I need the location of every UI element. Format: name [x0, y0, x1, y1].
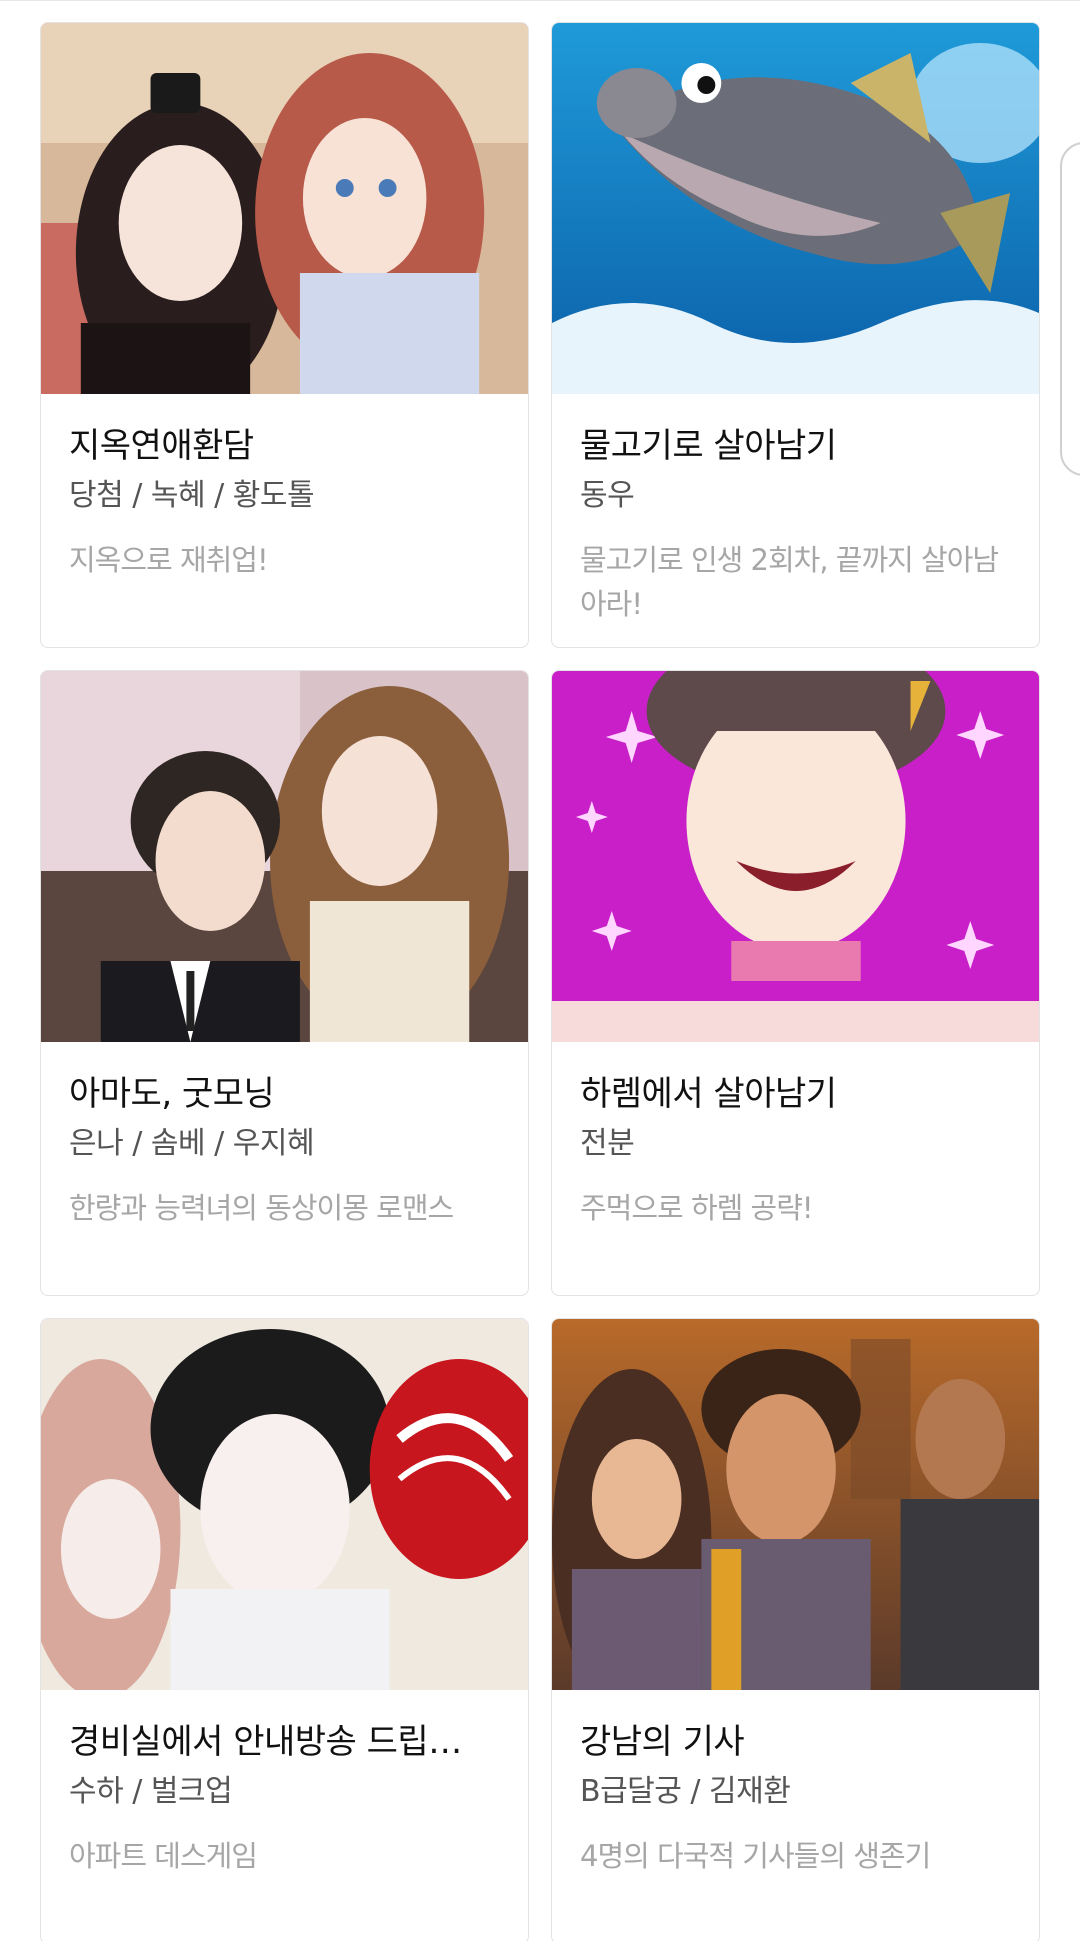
webtoon-title: 아마도, 굿모닝 — [69, 1074, 275, 1114]
webtoon-card[interactable]: 하렘에서 살아남기 전분 주먹으로 하렘 공략! — [551, 670, 1040, 1296]
webtoon-title: 경비실에서 안내방송 드립… — [69, 1722, 462, 1762]
webtoon-authors: 은나 / 솜베 / 우지혜 — [69, 1126, 315, 1161]
webtoon-description: 지옥으로 재취업! — [69, 543, 269, 577]
romance-fantasy-couple-image — [41, 23, 528, 394]
webtoon-authors: 수하 / 벌크업 — [69, 1774, 233, 1809]
webtoon-authors: 당첨 / 녹혜 / 황도톨 — [69, 478, 315, 513]
webtoon-title: 하렘에서 살아남기 — [580, 1074, 837, 1114]
webtoon-description: 4명의 다국적 기사들의 생존기 — [580, 1839, 931, 1873]
webtoon-description: 한량과 능력녀의 동상이몽 로맨스 — [69, 1191, 454, 1225]
top-divider — [0, 0, 1080, 1]
gangnam-knights-image — [552, 1319, 1039, 1690]
webtoon-authors: 동우 — [580, 478, 635, 513]
webtoon-card[interactable]: 아마도, 굿모닝 은나 / 솜베 / 우지혜 한량과 능력녀의 동상이몽 로맨스 — [40, 670, 529, 1296]
scroll-handle[interactable] — [1060, 142, 1080, 476]
webtoon-card[interactable]: 물고기로 살아남기 동우 물고기로 인생 2회차, 끝까지 살아남아라! — [551, 22, 1040, 648]
jumping-fish-image — [552, 23, 1039, 394]
webtoon-title: 지옥연애환담 — [69, 426, 254, 466]
webtoon-list-page: 지옥연애환담 당첨 / 녹혜 / 황도톨 지옥으로 재취업! 물고기로 살아남기… — [0, 0, 1080, 1941]
webtoon-card[interactable]: 지옥연애환담 당첨 / 녹혜 / 황도톨 지옥으로 재취업! — [40, 22, 529, 648]
webtoon-card[interactable]: 경비실에서 안내방송 드립… 수하 / 벌크업 아파트 데스게임 — [40, 1318, 529, 1941]
webtoon-title: 강남의 기사 — [580, 1722, 745, 1762]
webtoon-card[interactable]: 강남의 기사 B급달궁 / 김재환 4명의 다국적 기사들의 생존기 — [551, 1318, 1040, 1941]
webtoon-description: 아파트 데스게임 — [69, 1839, 258, 1873]
webtoon-title: 물고기로 살아남기 — [580, 426, 837, 466]
webtoon-authors: B급달궁 / 김재환 — [580, 1774, 791, 1809]
webtoon-authors: 전분 — [580, 1126, 635, 1161]
webtoon-description: 주먹으로 하렘 공략! — [580, 1191, 814, 1225]
webtoon-grid: 지옥연애환담 당첨 / 녹혜 / 황도톨 지옥으로 재취업! 물고기로 살아남기… — [40, 22, 1040, 1941]
webtoon-description: 물고기로 인생 2회차, 끝까지 살아남아라! — [580, 543, 999, 621]
security-guard-action-image — [41, 1319, 528, 1690]
office-couple-image — [41, 671, 528, 1042]
crying-boy-sparkles-image — [552, 671, 1039, 1042]
